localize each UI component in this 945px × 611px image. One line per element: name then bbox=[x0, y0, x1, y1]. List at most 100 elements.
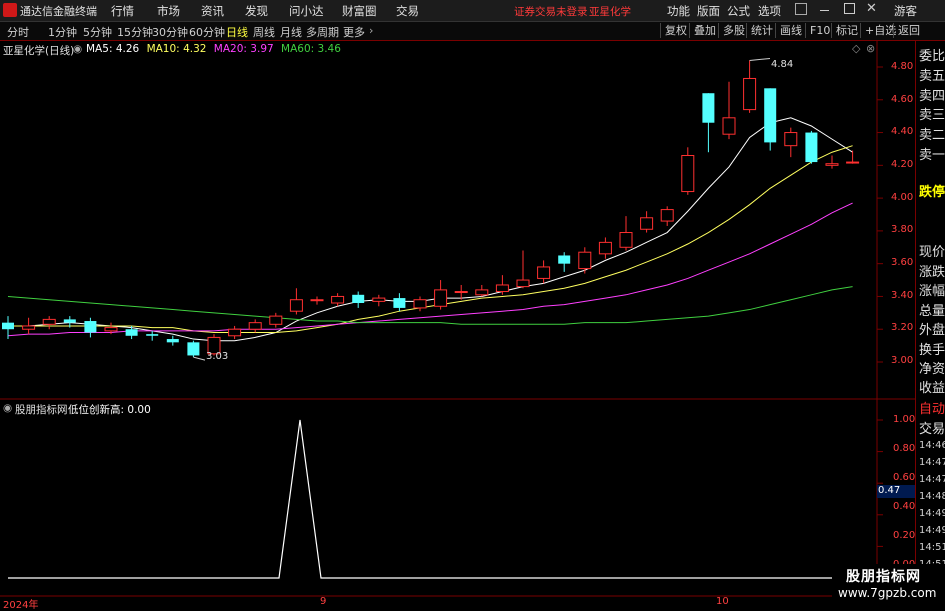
candle-body bbox=[784, 132, 798, 147]
quote-row: 净资 bbox=[919, 362, 945, 377]
menu-news[interactable]: 资讯 bbox=[201, 3, 224, 19]
candle-body bbox=[454, 291, 468, 294]
layout-icon[interactable] bbox=[795, 3, 807, 15]
guest-user[interactable]: 游客 bbox=[894, 3, 917, 19]
sub-indicator-line bbox=[8, 419, 853, 579]
period-60min[interactable]: 60分钟 bbox=[189, 24, 225, 40]
ma-line-ma5 bbox=[8, 117, 853, 342]
candle-body bbox=[578, 251, 592, 270]
y-tick: 4.40 bbox=[891, 126, 914, 137]
candle-body bbox=[372, 297, 386, 302]
period-5min[interactable]: 5分钟 bbox=[83, 24, 112, 40]
candle-body bbox=[825, 163, 839, 166]
tool-statistics[interactable]: 统计 bbox=[746, 23, 777, 38]
candle-body bbox=[640, 217, 654, 230]
period-timeshare[interactable]: 分时 bbox=[7, 24, 29, 40]
candle-body bbox=[125, 329, 138, 336]
y-tick: 3.60 bbox=[891, 257, 914, 268]
quote-row: 总量 bbox=[919, 304, 945, 319]
y-tick: 4.80 bbox=[891, 61, 914, 72]
menu-discover[interactable]: 发现 bbox=[245, 3, 268, 19]
candle-body bbox=[2, 322, 14, 330]
sub-y-tick: 0.60 bbox=[893, 472, 916, 483]
quote-row: 换手 bbox=[919, 343, 945, 358]
period-more[interactable]: 更多 bbox=[343, 24, 365, 40]
period-monthly[interactable]: 月线 bbox=[280, 24, 302, 40]
login-status[interactable]: 证券交易未登录 bbox=[514, 4, 588, 19]
sub-y-tick: 0.40 bbox=[893, 501, 916, 512]
candle-body bbox=[660, 209, 674, 222]
quote-row: 卖五 bbox=[919, 69, 945, 84]
candle-body bbox=[352, 294, 365, 303]
candle-body bbox=[495, 284, 509, 293]
tool-overlay[interactable]: 叠加 bbox=[689, 23, 720, 38]
menu-formula[interactable]: 公式 bbox=[727, 3, 750, 19]
quote-row: 涨跌 bbox=[919, 265, 945, 280]
period-multi[interactable]: 多周期 bbox=[306, 24, 339, 40]
candle-body bbox=[413, 299, 427, 309]
tick-time: 14:47 bbox=[919, 457, 945, 468]
candle-body bbox=[84, 321, 97, 333]
watermark-url: www.7gpzb.com bbox=[838, 586, 937, 600]
candle-body bbox=[146, 334, 159, 336]
quote-row: 卖三 bbox=[919, 108, 945, 123]
dropdown-icon[interactable]: ◉ bbox=[73, 43, 82, 55]
candle-body bbox=[537, 266, 551, 279]
candle-body bbox=[702, 93, 715, 123]
tool-multi-stock[interactable]: 多股 bbox=[718, 23, 749, 38]
close-icon[interactable]: ✕ bbox=[866, 1, 877, 16]
menu-market[interactable]: 市场 bbox=[157, 3, 180, 19]
quote-row: 外盘 bbox=[919, 323, 945, 338]
y-tick: 3.00 bbox=[891, 355, 914, 366]
tool-adjust[interactable]: 复权 bbox=[660, 23, 691, 38]
y-tick: 3.20 bbox=[891, 322, 914, 333]
candle-body bbox=[248, 322, 262, 330]
candle-body bbox=[393, 298, 406, 308]
toggle-icon[interactable]: ⊗ bbox=[866, 42, 875, 55]
menu-options[interactable]: 选项 bbox=[758, 3, 781, 19]
kline-chart[interactable] bbox=[0, 41, 915, 609]
menu-quotes[interactable]: 行情 bbox=[111, 3, 134, 19]
title-bar: 通达信金融终端 行情 市场 资讯 发现 问小达 财富圈 交易 证券交易未登录 亚… bbox=[0, 0, 945, 22]
tick-time: 14:48 bbox=[919, 491, 945, 502]
auto-tab[interactable]: 自动 bbox=[919, 398, 945, 417]
diamond-icon[interactable]: ◇ bbox=[852, 42, 860, 55]
tool-draw-line[interactable]: 画线 bbox=[775, 23, 806, 38]
maximize-icon[interactable] bbox=[844, 3, 855, 14]
candle-body bbox=[764, 88, 777, 143]
menu-function[interactable]: 功能 bbox=[667, 3, 690, 19]
tick-time: 14:49 bbox=[919, 508, 945, 519]
candle-body bbox=[22, 325, 36, 330]
ma60-value: 3.46 bbox=[317, 43, 341, 55]
high-price-label: 4.84 bbox=[771, 59, 794, 70]
period-1min[interactable]: 1分钟 bbox=[48, 24, 77, 40]
menu-wenxiaoda[interactable]: 问小达 bbox=[289, 3, 324, 19]
candle-body bbox=[846, 161, 860, 164]
tool-f10[interactable]: F10 bbox=[805, 23, 834, 38]
period-daily[interactable]: 日线 bbox=[226, 24, 248, 40]
candle-body bbox=[805, 132, 818, 163]
tool-mark[interactable]: 标记 bbox=[831, 23, 862, 38]
quote-row: 卖一 bbox=[919, 148, 945, 163]
minimize-icon[interactable] bbox=[820, 10, 829, 11]
ma5-value: 4.26 bbox=[115, 43, 140, 55]
ma60-name: MA60 bbox=[281, 43, 311, 55]
candle-body bbox=[722, 117, 736, 135]
y-tick: 4.00 bbox=[891, 192, 914, 203]
menu-fortune-circle[interactable]: 财富圈 bbox=[342, 3, 377, 19]
menu-layout[interactable]: 版面 bbox=[697, 3, 720, 19]
candle-body bbox=[516, 279, 530, 288]
period-30min[interactable]: 30分钟 bbox=[152, 24, 188, 40]
quote-row: 收益 bbox=[919, 381, 945, 396]
period-weekly[interactable]: 周线 bbox=[253, 24, 275, 40]
tool-back[interactable]: 返回 bbox=[893, 23, 924, 38]
menu-trade[interactable]: 交易 bbox=[396, 3, 419, 19]
trade-tab[interactable]: 交易 bbox=[919, 418, 945, 437]
period-15min[interactable]: 15分钟 bbox=[117, 24, 153, 40]
ma5-name: MA5 bbox=[86, 43, 109, 55]
sub-dropdown-icon[interactable]: ◉ bbox=[3, 402, 12, 414]
limit-down-signal: 跌停 bbox=[919, 185, 945, 200]
quote-row: 委比 bbox=[919, 49, 945, 64]
candle-body bbox=[269, 315, 283, 325]
chevron-right-icon[interactable]: › bbox=[369, 24, 373, 37]
